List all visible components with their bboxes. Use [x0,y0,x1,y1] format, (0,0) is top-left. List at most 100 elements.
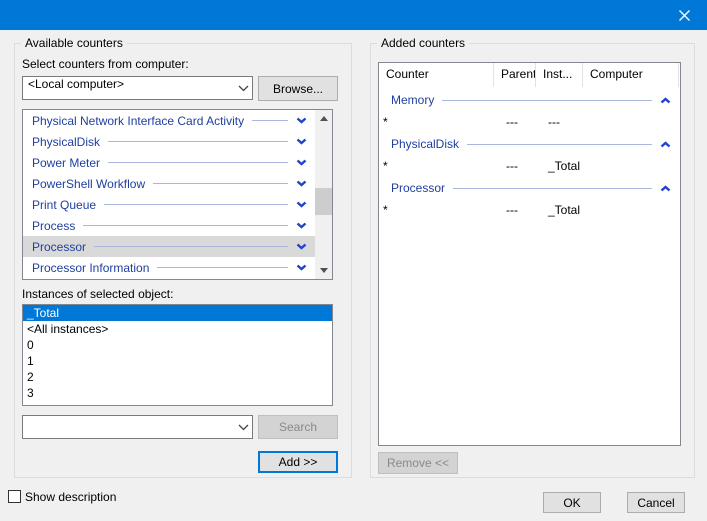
chevron-up-icon[interactable] [660,141,671,148]
table-row[interactable]: * --- _Total [379,199,680,221]
cell-parent: --- [494,111,536,133]
counter-row[interactable]: Power Meter [23,152,315,173]
add-button[interactable]: Add >> [258,451,338,473]
added-counters-table: Counter Parent Inst... Computer Memory *… [378,62,681,446]
counter-row[interactable]: PowerShell Workflow [23,173,315,194]
cell-computer [583,155,679,177]
chevron-up-icon[interactable] [660,185,671,192]
chevron-down-icon[interactable] [296,159,307,166]
chevron-down-icon[interactable] [234,85,252,92]
chevron-down-icon[interactable] [234,424,252,431]
rule-line [252,120,288,121]
rule-line [453,188,652,189]
instance-row[interactable]: 0 [23,337,332,353]
table-row[interactable]: * --- _Total [379,155,680,177]
rule-line [157,267,288,268]
instance-row[interactable]: 3 [23,385,332,401]
counter-name: Processor Information [32,261,149,275]
rule-line [442,100,652,101]
group-name: Processor [391,181,445,195]
show-description-label: Show description [25,490,116,504]
counter-row[interactable]: Print Queue [23,194,315,215]
close-icon [678,9,691,22]
chevron-down-icon[interactable] [296,117,307,124]
cell-parent: --- [494,155,536,177]
cell-instance: _Total [536,155,583,177]
column-header-counter[interactable]: Counter [379,63,494,87]
column-header-computer[interactable]: Computer [583,63,679,87]
chevron-up-icon[interactable] [660,97,671,104]
instances-list: _Total <All instances> 0 1 2 3 [22,304,333,406]
counters-list: Physical Network Interface Card Activity… [22,109,333,280]
scrollbar-thumb[interactable] [315,188,332,215]
instance-row[interactable]: 2 [23,369,332,385]
counter-name: Processor [32,240,86,254]
counter-name: PhysicalDisk [32,135,100,149]
cell-instance: _Total [536,199,583,221]
rule-line [108,141,288,142]
rule-line [104,204,288,205]
counter-row[interactable]: Processor Information [23,257,315,278]
computer-combobox[interactable]: <Local computer> [22,76,253,100]
search-input[interactable] [23,416,234,438]
chevron-down-icon[interactable] [296,180,307,187]
counter-name: Process [32,219,75,233]
column-header-parent[interactable]: Parent [494,63,536,87]
group-name: Memory [391,93,434,107]
scrollbar[interactable] [315,110,332,279]
counter-group-row[interactable]: PhysicalDisk [379,133,680,155]
counter-row[interactable]: PhysicalDisk [23,131,315,152]
rule-line [153,183,288,184]
ok-button[interactable]: OK [543,492,601,513]
rule-line [94,246,288,247]
browse-button[interactable]: Browse... [258,76,338,101]
scroll-up-icon[interactable] [315,110,332,127]
group-name: PhysicalDisk [391,137,459,151]
instance-row[interactable]: 1 [23,353,332,369]
rule-line [83,225,288,226]
chevron-down-icon[interactable] [296,138,307,145]
column-header-filler [679,63,686,87]
counter-row[interactable]: Process [23,215,315,236]
available-counters-label: Available counters [21,36,127,50]
show-description-checkbox[interactable] [8,490,21,503]
counter-name: PowerShell Workflow [32,177,145,191]
cell-instance: --- [536,111,583,133]
counter-name: Print Queue [32,198,96,212]
computer-combobox-value: <Local computer> [23,77,234,99]
counter-row[interactable]: Physical Network Interface Card Activity [23,110,315,131]
column-header-instance[interactable]: Inst... [536,63,583,87]
cell-parent: --- [494,199,536,221]
chevron-down-icon[interactable] [296,201,307,208]
counter-group-row[interactable]: Memory [379,89,680,111]
counter-row-selected[interactable]: Processor [23,236,315,257]
chevron-down-icon[interactable] [296,243,307,250]
cell-computer [583,199,679,221]
add-counters-dialog: Available counters Select counters from … [0,0,707,521]
title-bar[interactable] [0,0,707,30]
counter-name: Power Meter [32,156,100,170]
cell-counter: * [379,199,494,221]
instances-label: Instances of selected object: [22,287,173,301]
rule-line [108,162,288,163]
remove-button[interactable]: Remove << [378,452,458,474]
search-combobox[interactable] [22,415,253,439]
cancel-button[interactable]: Cancel [627,492,685,513]
cell-counter: * [379,111,494,133]
select-computer-label: Select counters from computer: [22,57,189,71]
instance-row[interactable]: <All instances> [23,321,332,337]
chevron-down-icon[interactable] [296,264,307,271]
cell-counter: * [379,155,494,177]
counter-name: Physical Network Interface Card Activity [32,114,244,128]
instance-row-selected[interactable]: _Total [23,305,332,321]
rule-line [467,144,652,145]
table-row[interactable]: * --- --- [379,111,680,133]
scroll-down-icon[interactable] [315,262,332,279]
chevron-down-icon[interactable] [296,222,307,229]
table-header: Counter Parent Inst... Computer [379,63,680,87]
search-button[interactable]: Search [258,415,338,439]
cell-computer [583,111,679,133]
added-counters-label: Added counters [377,36,469,50]
counter-group-row[interactable]: Processor [379,177,680,199]
close-button[interactable] [661,0,707,30]
